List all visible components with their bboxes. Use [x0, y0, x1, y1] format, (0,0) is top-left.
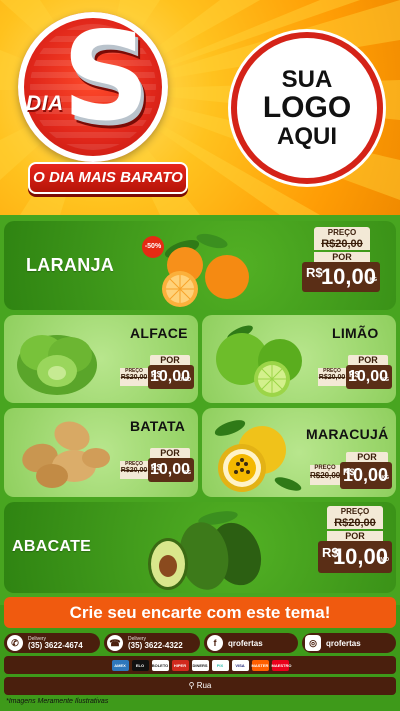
contact-text: Delivery (35) 3622-4322	[128, 635, 183, 650]
old-price-block: PREÇO R$20,00	[310, 465, 340, 485]
payment-logo: MASTER	[251, 659, 269, 671]
contact-label: Delivery	[28, 635, 47, 642]
contact-value: qrofertas	[326, 638, 361, 648]
unit: KG	[381, 475, 390, 481]
unit: UNID	[376, 557, 389, 563]
unit: UNID	[178, 377, 191, 383]
contact-value: (35) 3622-4322	[128, 640, 183, 650]
potato-image	[22, 421, 110, 488]
price-tag: POR PREÇO R$20,00 R$ 10,00 KG	[318, 355, 392, 389]
currency: R$	[343, 467, 355, 477]
product-card-maracuja: MARACUJÁ POR PREÇO R$20,00 R$ 10,00 KG	[202, 408, 396, 497]
payment-logo: VISA	[231, 659, 249, 671]
old-price-block: PREÇO R$20,00	[318, 368, 346, 386]
price-row: PREÇO R$20,00 R$ 10,00 KG	[120, 458, 194, 482]
new-price-box: R$ 10,00 UNID	[318, 541, 392, 573]
old-price: R$20,00	[120, 374, 148, 381]
contact-instagram[interactable]: ◎ qrofertas	[302, 633, 396, 653]
old-price-block: PREÇO R$20,00	[120, 368, 148, 386]
price-tag: POR PREÇO R$20,00 R$ 10,00 KG	[120, 448, 194, 482]
passion-fruit-image	[214, 420, 302, 492]
currency: R$	[322, 545, 339, 560]
old-price: R$20,00	[120, 467, 148, 474]
product-grid: LARANJA -50% PREÇO R$20,00 POR R$ 10,00 …	[0, 215, 400, 605]
contact-value: (35) 3622-4674	[28, 640, 83, 650]
lime-image	[216, 325, 302, 397]
new-price-box: R$ 10,00 KG	[302, 262, 380, 292]
price-tag: POR PREÇO R$20,00 R$ 10,00 UNID	[120, 355, 194, 389]
contact-label: Delivery	[128, 635, 147, 642]
preco-label: PREÇO	[327, 506, 383, 517]
contact-whatsapp[interactable]: ✆ Delivery (35) 3622-4674	[4, 633, 100, 653]
currency: R$	[306, 265, 323, 280]
preco-label: PREÇO	[314, 227, 370, 238]
currency: R$	[349, 370, 360, 379]
product-card-laranja: LARANJA -50% PREÇO R$20,00 POR R$ 10,00 …	[4, 221, 396, 310]
price-tag: PREÇO R$20,00 POR R$ 10,00 UNID	[318, 506, 392, 573]
contact-text: Delivery (35) 3622-4674	[28, 635, 83, 650]
currency: R$	[151, 370, 162, 379]
cta-banner[interactable]: Crie seu encarte com este tema!	[4, 597, 396, 628]
new-price-box: R$ 10,00 UNID	[148, 365, 194, 389]
old-price: R$20,00	[310, 471, 341, 480]
logo-big-s: S	[62, 6, 150, 148]
logo-dia-text: DIA	[26, 92, 64, 115]
new-price: 10,00	[320, 264, 376, 289]
phone-icon: ☎	[107, 635, 123, 651]
payment-logo: MAESTRO	[271, 659, 292, 671]
contact-facebook[interactable]: f qrofertas	[204, 633, 298, 653]
store-logo-placeholder: SUA LOGO AQUI	[231, 32, 383, 184]
product-name: ALFACE	[130, 325, 188, 341]
payment-logo: BOLETO	[151, 659, 169, 671]
facebook-icon: f	[207, 635, 223, 651]
orange-image	[162, 233, 249, 307]
new-price-box: R$ 10,00 KG	[340, 462, 392, 489]
payment-logo: ELO	[131, 659, 149, 671]
instagram-icon: ◎	[305, 635, 321, 651]
payment-logo: PIX	[211, 659, 229, 671]
contact-phone[interactable]: ☎ Delivery (35) 3622-4322	[104, 633, 200, 653]
new-price-box: R$ 10,00 KG	[148, 458, 194, 482]
product-card-batata: BATATA POR PREÇO R$20,00 R$ 10,00 KG	[4, 408, 198, 497]
logo-placeholder-line1: SUA	[281, 66, 333, 94]
product-name: MARACUJÁ	[306, 426, 389, 442]
product-card-alface: ALFACE POR PREÇO R$20,00 R$ 10,00 UNID	[4, 315, 198, 403]
price-tag: POR PREÇO R$20,00 R$ 10,00 KG	[310, 452, 392, 489]
product-name: ABACATE	[12, 538, 92, 555]
payment-logo: DINERS	[191, 659, 209, 671]
disclaimer: *Imagens Meramente Ilustrativas	[6, 698, 109, 705]
price-row: PREÇO R$20,00 R$ 10,00 UNID	[120, 365, 194, 389]
price-tag: PREÇO R$20,00 POR R$ 10,00 KG	[302, 227, 382, 292]
payment-logo: HIPER	[171, 659, 189, 671]
product-card-abacate: ABACATE PREÇO R$20,00 POR R$ 10,00 UNID	[4, 502, 396, 593]
whatsapp-icon: ✆	[7, 635, 23, 651]
old-price: R$20,00	[327, 517, 383, 529]
hero-banner: S DIA O DIA MAIS BARATO SUA LOGO AQUI	[0, 0, 400, 215]
old-price: R$20,00	[318, 374, 346, 381]
product-name: LARANJA	[26, 255, 115, 275]
lettuce-image	[17, 335, 97, 395]
product-name: BATATA	[130, 418, 186, 434]
old-price: R$20,00	[314, 238, 370, 250]
logo-slogan: O DIA MAIS BARATO	[28, 162, 188, 194]
product-card-limao: LIMÃO POR PREÇO R$20,00 R$ 10,00 KG	[202, 315, 396, 403]
logo-placeholder-line2: LOGO	[262, 91, 352, 125]
price-row: PREÇO R$20,00 R$ 10,00 KG	[318, 365, 392, 389]
payment-methods: AMEX ELO BOLETO HIPER DINERS PIX VISA MA…	[4, 656, 396, 674]
unit: KG	[183, 470, 192, 476]
currency: R$	[151, 463, 162, 472]
avocado-image	[148, 511, 262, 590]
old-price-block: PREÇO R$20,00	[120, 461, 148, 479]
new-price-box: R$ 10,00 KG	[346, 365, 392, 389]
price-row: PREÇO R$20,00 R$ 10,00 KG	[310, 462, 392, 489]
product-name: LIMÃO	[332, 325, 379, 341]
location-pin-icon: ⚲	[188, 681, 195, 690]
address-text: Rua	[196, 681, 212, 690]
unit: KG	[381, 377, 390, 383]
payment-logo: AMEX	[111, 659, 129, 671]
logo-placeholder-line3: AQUI	[277, 122, 337, 150]
address-bar: ⚲ Rua	[4, 677, 396, 695]
contact-value: qrofertas	[228, 638, 263, 648]
unit: KG	[369, 277, 378, 283]
